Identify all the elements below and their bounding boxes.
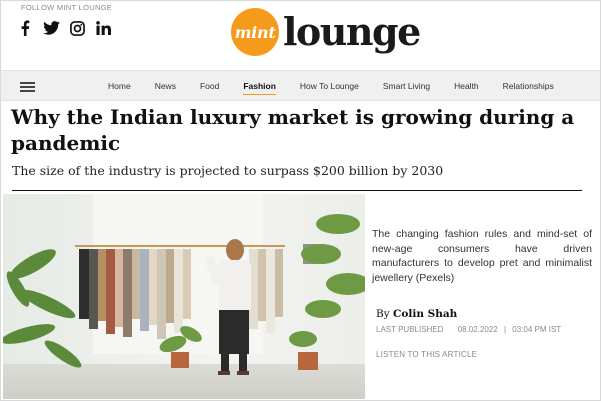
mint-lounge-logo[interactable]: mint lounge xyxy=(231,8,421,56)
article-headline: Why the Indian luxury market is growing … xyxy=(11,105,575,155)
listen-to-article-button[interactable]: LISTEN TO THIS ARTICLE xyxy=(376,350,477,359)
last-published-label: LAST PUBLISHED xyxy=(376,325,444,334)
publish-date: 08.02.2022 xyxy=(457,325,498,334)
article-subhead: The size of the industry is projected to… xyxy=(12,163,444,178)
byline-prefix: By xyxy=(376,308,390,320)
logo-mark: mint xyxy=(231,8,279,56)
main-nav: Home News Food Fashion How To Lounge Sma… xyxy=(1,70,600,101)
nav-item-health[interactable]: Health xyxy=(454,71,479,102)
twitter-icon[interactable] xyxy=(42,19,60,37)
nav-item-smart-living[interactable]: Smart Living xyxy=(383,71,430,102)
facebook-icon[interactable] xyxy=(16,19,34,37)
follow-label: FOLLOW MINT LOUNGE xyxy=(21,3,113,12)
nav-item-relationships[interactable]: Relationships xyxy=(503,71,554,102)
nav-item-food[interactable]: Food xyxy=(200,71,219,102)
nav-item-fashion[interactable]: Fashion xyxy=(243,71,276,102)
menu-icon[interactable] xyxy=(20,82,35,92)
publish-meta: LAST PUBLISHED 08.02.2022 | 03:04 PM IST xyxy=(376,325,561,334)
nav-item-how-to-lounge[interactable]: How To Lounge xyxy=(300,71,359,102)
nav-items: Home News Food Fashion How To Lounge Sma… xyxy=(108,71,578,102)
meta-separator: | xyxy=(503,325,507,334)
instagram-icon[interactable] xyxy=(68,19,86,37)
nav-item-home[interactable]: Home xyxy=(108,71,131,102)
logo-word: lounge xyxy=(283,9,421,54)
linkedin-icon[interactable] xyxy=(94,19,112,37)
divider xyxy=(12,190,582,191)
social-links xyxy=(16,19,112,37)
nav-item-news[interactable]: News xyxy=(155,71,176,102)
author-link[interactable]: Colin Shah xyxy=(393,308,457,320)
publish-time: 03:04 PM IST xyxy=(512,325,562,334)
article-photo xyxy=(3,194,365,399)
byline: By Colin Shah xyxy=(376,308,457,320)
image-caption: The changing fashion rules and mind-set … xyxy=(372,228,592,284)
